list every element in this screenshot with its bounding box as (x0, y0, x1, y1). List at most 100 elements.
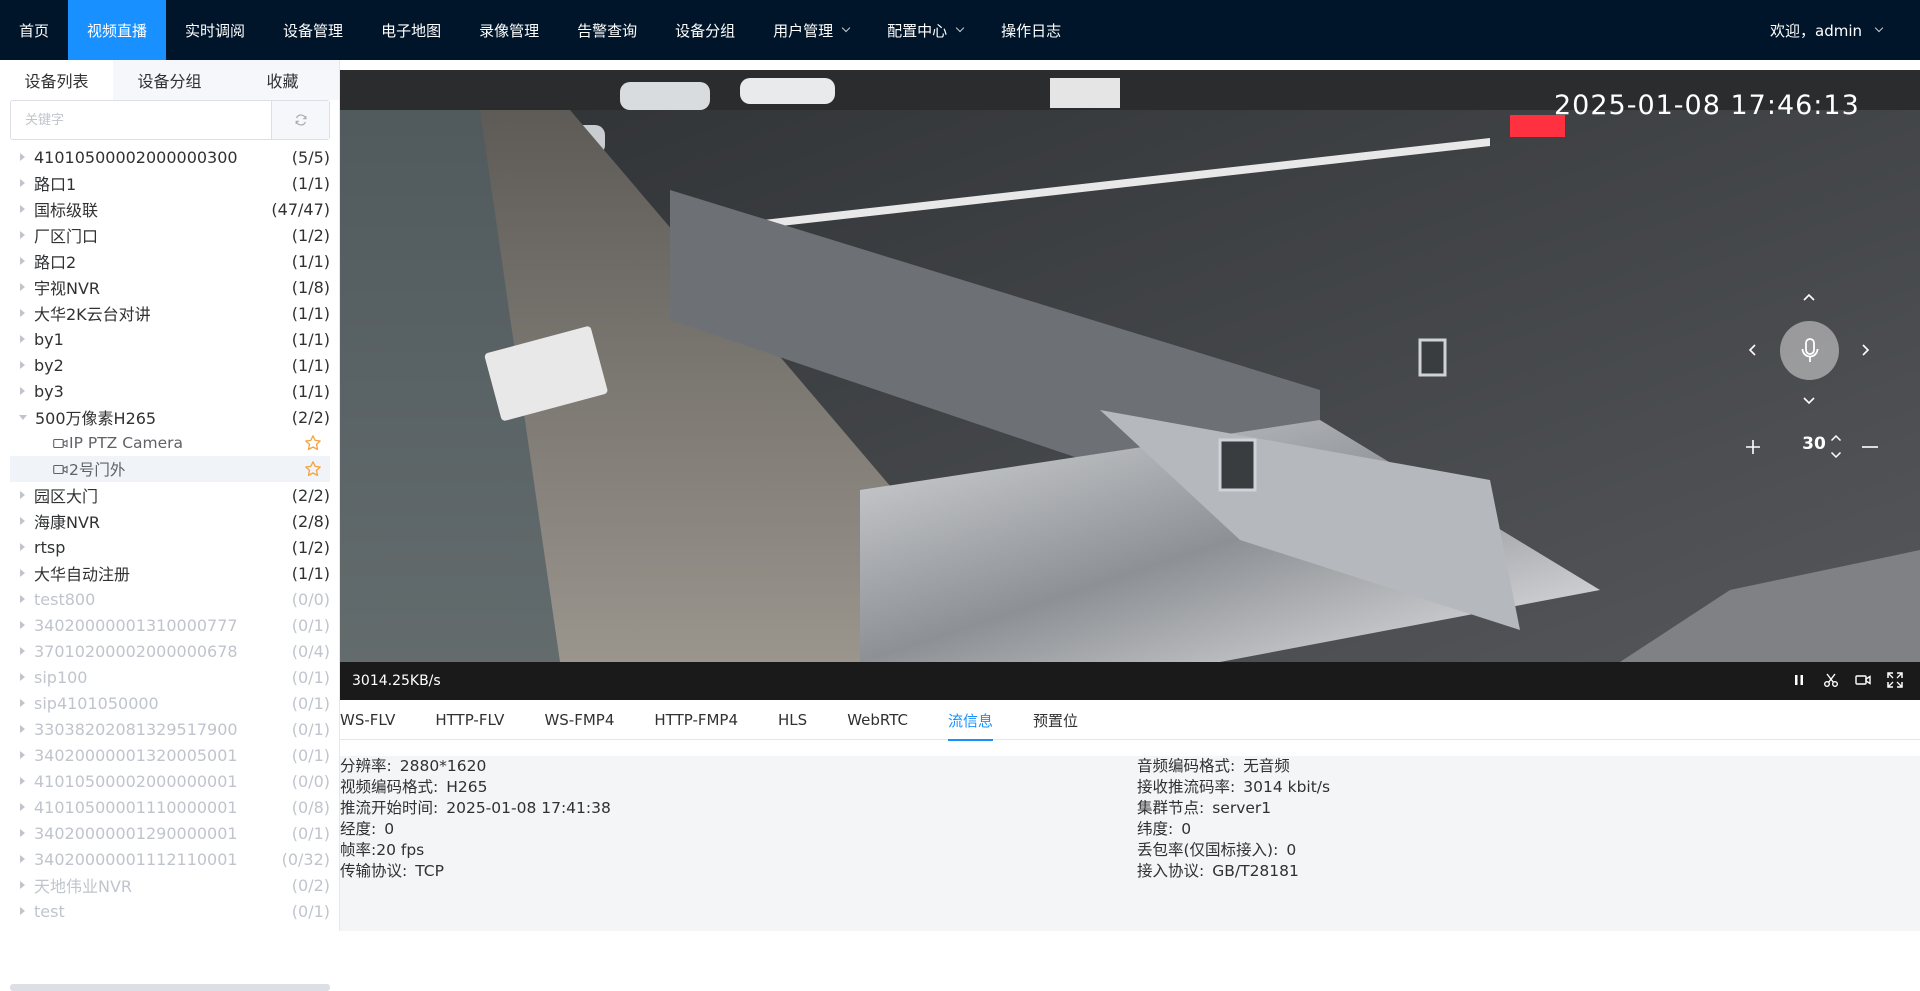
scissors-icon[interactable] (1822, 671, 1840, 689)
caret-right-icon[interactable] (20, 673, 25, 681)
stream-tab-4[interactable]: HLS (758, 700, 827, 740)
tree-node[interactable]: 大华自动注册 (1/1) (10, 560, 330, 586)
tree-node[interactable]: 500万像素H265 (2/2) (10, 404, 330, 430)
caret-right-icon[interactable] (20, 829, 25, 837)
caret-right-icon[interactable] (20, 517, 25, 525)
tree-node[interactable]: 海康NVR (2/8) (10, 508, 330, 534)
ptz-down-icon[interactable] (1802, 396, 1816, 406)
caret-right-icon[interactable] (20, 803, 25, 811)
tree-node[interactable]: 34020000001320005001 (0/1) (10, 742, 330, 768)
tree-node[interactable]: test (0/1) (10, 898, 330, 924)
stream-tab-3[interactable]: HTTP-FMP4 (634, 700, 758, 740)
caret-right-icon[interactable] (20, 907, 25, 915)
speed-up-icon[interactable] (1830, 434, 1842, 442)
tree-node[interactable]: 天地伟业NVR (0/2) (10, 872, 330, 898)
horizontal-scrollbar[interactable] (10, 984, 330, 991)
record-icon[interactable] (1854, 671, 1872, 689)
fullscreen-icon[interactable] (1886, 671, 1904, 689)
tree-node[interactable]: 34020000001310000777 (0/1) (10, 612, 330, 638)
nav-item-2[interactable]: 实时调阅 (166, 0, 264, 60)
talk-button[interactable] (1780, 321, 1839, 380)
tree-node[interactable]: by1 (1/1) (10, 326, 330, 352)
tree-node[interactable]: test800 (0/0) (10, 586, 330, 612)
caret-right-icon[interactable] (20, 205, 25, 213)
nav-item-4[interactable]: 电子地图 (362, 0, 460, 60)
caret-right-icon[interactable] (20, 855, 25, 863)
caret-right-icon[interactable] (20, 569, 25, 577)
caret-right-icon[interactable] (20, 387, 25, 395)
nav-item-10[interactable]: 操作日志 (982, 0, 1080, 60)
video-player[interactable]: 2025-01-08 17:46:13 30 (340, 70, 1920, 662)
nav-item-7[interactable]: 设备分组 (656, 0, 754, 60)
nav-item-0[interactable]: 首页 (0, 0, 68, 60)
caret-right-icon[interactable] (20, 335, 25, 343)
nav-item-9[interactable]: 配置中心 (868, 0, 982, 60)
tree-node[interactable]: 41010500002000000001 (0/0) (10, 768, 330, 794)
caret-right-icon[interactable] (20, 257, 25, 265)
caret-right-icon[interactable] (20, 777, 25, 785)
star-icon[interactable] (304, 460, 322, 478)
pause-icon[interactable] (1790, 671, 1808, 689)
tab-device-list[interactable]: 设备列表 (0, 60, 113, 100)
caret-right-icon[interactable] (20, 283, 25, 291)
star-icon[interactable] (304, 434, 322, 452)
refresh-button[interactable] (271, 101, 329, 139)
tree-node[interactable]: 路口2 (1/1) (10, 248, 330, 274)
stream-tab-1[interactable]: HTTP-FLV (415, 700, 524, 740)
caret-right-icon[interactable] (20, 699, 25, 707)
tree-node[interactable]: 大华2K云台对讲 (1/1) (10, 300, 330, 326)
caret-right-icon[interactable] (20, 231, 25, 239)
nav-item-5[interactable]: 录像管理 (460, 0, 558, 60)
ptz-left-icon[interactable] (1747, 343, 1757, 357)
caret-right-icon[interactable] (20, 361, 25, 369)
stream-tab-6[interactable]: 流信息 (928, 700, 1013, 741)
nav-item-6[interactable]: 告警查询 (558, 0, 656, 60)
zoom-out-icon[interactable] (1862, 446, 1878, 448)
caret-right-icon[interactable] (20, 179, 25, 187)
zoom-in-icon[interactable] (1745, 439, 1761, 455)
tree-node[interactable]: 厂区门口 (1/2) (10, 222, 330, 248)
tab-device-group[interactable]: 设备分组 (113, 60, 226, 100)
tree-channel[interactable]: 2号门外 (10, 456, 330, 482)
tree-node[interactable]: by3 (1/1) (10, 378, 330, 404)
nav-item-3[interactable]: 设备管理 (264, 0, 362, 60)
tree-node[interactable]: 国标级联 (47/47) (10, 196, 330, 222)
ptz-right-icon[interactable] (1861, 343, 1871, 357)
tree-node[interactable]: by2 (1/1) (10, 352, 330, 378)
tree-node[interactable]: sip4101050000 (0/1) (10, 690, 330, 716)
caret-right-icon[interactable] (20, 647, 25, 655)
tree-channel[interactable]: IP PTZ Camera (10, 430, 330, 456)
nav-item-1[interactable]: 视频直播 (68, 0, 167, 60)
nav-item-8[interactable]: 用户管理 (754, 0, 868, 60)
stream-tab-0[interactable]: WS-FLV (340, 700, 415, 740)
tree-node[interactable]: rtsp (1/2) (10, 534, 330, 560)
tree-node[interactable]: 34020000001112110001 (0/32) (10, 846, 330, 872)
tree-node[interactable]: 41010500001110000001 (0/8) (10, 794, 330, 820)
caret-down-icon[interactable] (19, 414, 27, 420)
tree-node[interactable]: 宇视NVR (1/8) (10, 274, 330, 300)
tree-node[interactable]: 路口1 (1/1) (10, 170, 330, 196)
caret-right-icon[interactable] (20, 491, 25, 499)
search-input[interactable] (11, 101, 271, 139)
tree-node[interactable]: 34020000001290000001 (0/1) (10, 820, 330, 846)
caret-right-icon[interactable] (20, 751, 25, 759)
speed-down-icon[interactable] (1830, 451, 1842, 459)
caret-right-icon[interactable] (20, 881, 25, 889)
caret-right-icon[interactable] (20, 153, 25, 161)
stream-tab-2[interactable]: WS-FMP4 (524, 700, 634, 740)
tree-node[interactable]: 33038202081329517900 (0/1) (10, 716, 330, 742)
caret-right-icon[interactable] (20, 595, 25, 603)
tab-favorites[interactable]: 收藏 (226, 60, 339, 100)
stream-tab-5[interactable]: WebRTC (827, 700, 928, 740)
caret-right-icon[interactable] (20, 621, 25, 629)
caret-right-icon[interactable] (20, 309, 25, 317)
tree-node[interactable]: 41010500002000000300 (5/5) (10, 144, 330, 170)
stream-tab-7[interactable]: 预置位 (1013, 700, 1098, 740)
caret-right-icon[interactable] (20, 543, 25, 551)
user-menu[interactable]: 欢迎，admin (1770, 0, 1884, 60)
ptz-up-icon[interactable] (1802, 292, 1816, 302)
tree-node[interactable]: 37010200002000000678 (0/4) (10, 638, 330, 664)
caret-right-icon[interactable] (20, 725, 25, 733)
tree-node[interactable]: sip100 (0/1) (10, 664, 330, 690)
tree-node[interactable]: 园区大门 (2/2) (10, 482, 330, 508)
